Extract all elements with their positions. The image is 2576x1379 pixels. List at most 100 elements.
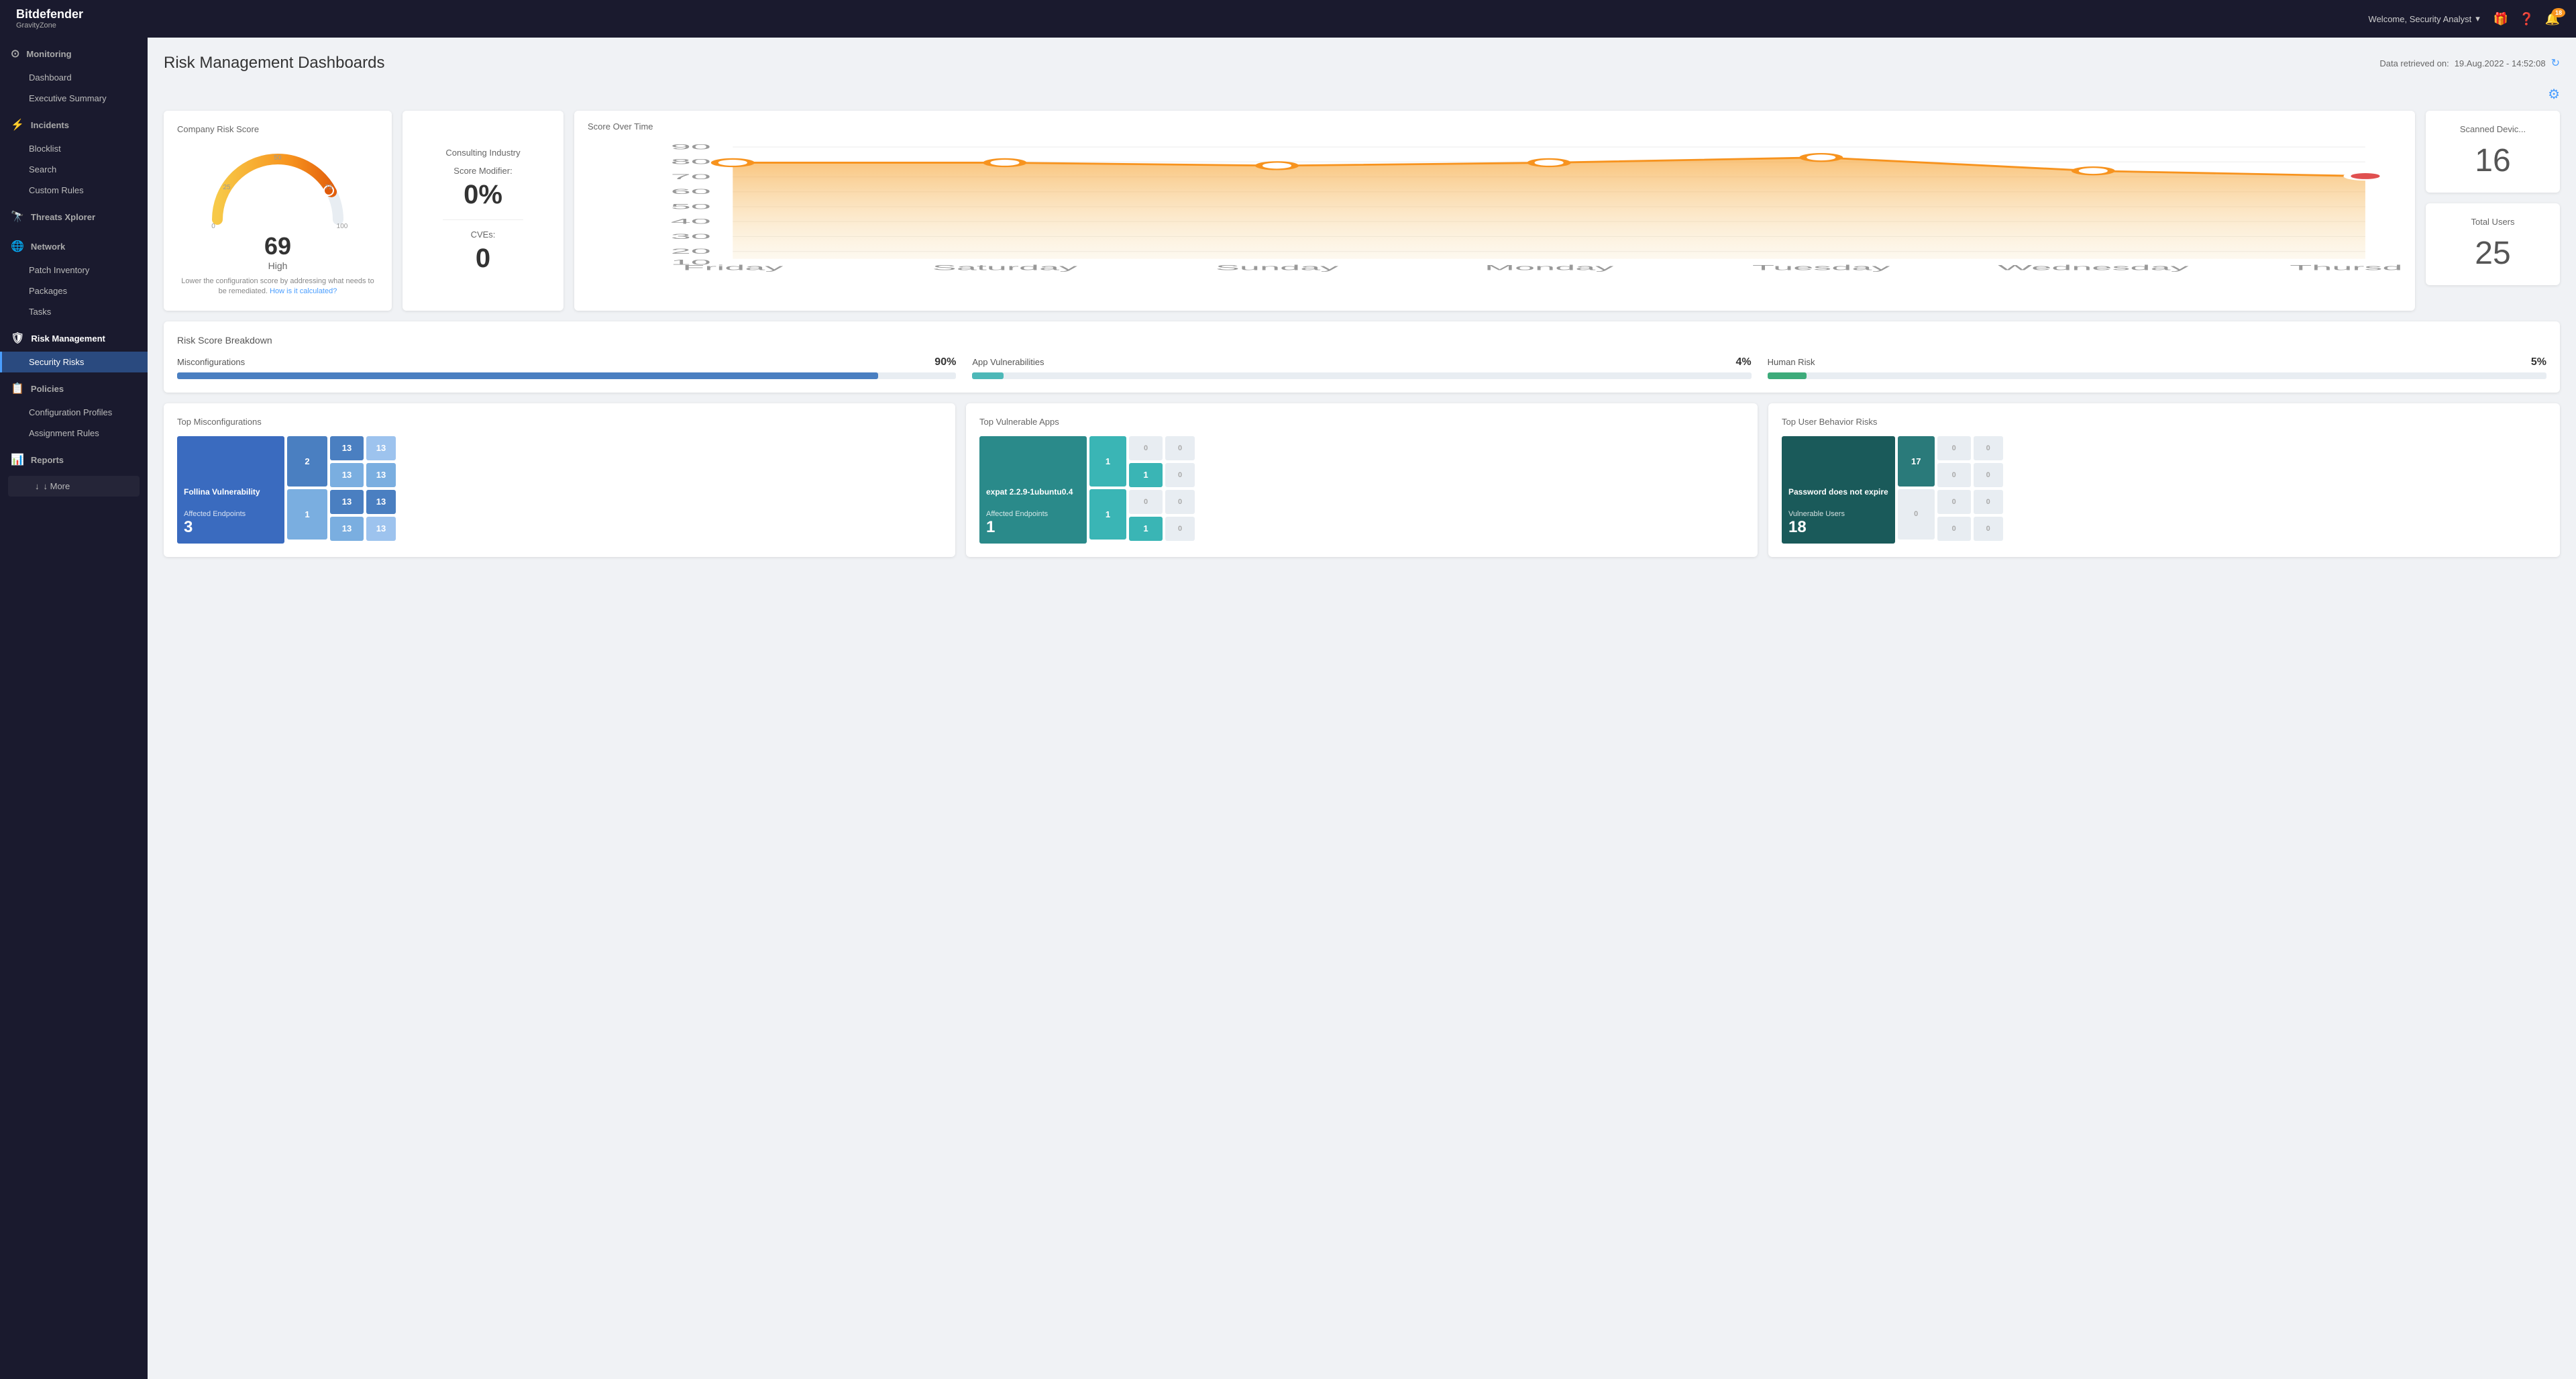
top-nav-right: Welcome, Security Analyst ▾ 🎁 ❓ 🔔 18 — [2369, 12, 2560, 26]
settings-row: ⚙ — [164, 86, 2560, 103]
vulnapp-main-sub: Affected Endpoints — [986, 510, 1080, 518]
company-risk-score-card: Company Risk Score — [164, 111, 392, 311]
settings-icon[interactable]: ⚙ — [2548, 86, 2560, 103]
sidebar-item-dashboard[interactable]: Dashboard — [0, 67, 148, 88]
sidebar-group-incidents: ⚡IncidentsBlocklistSearchCustom Rules — [0, 111, 148, 201]
misconfig-main-cell[interactable]: Follina Vulnerability Affected Endpoints… — [177, 436, 284, 544]
help-icon[interactable]: ❓ — [2519, 12, 2534, 26]
sidebar-group-header-policies[interactable]: 📋Policies — [0, 375, 148, 402]
sidebar-group-header-incidents[interactable]: ⚡Incidents — [0, 111, 148, 138]
risk-bar-track — [177, 372, 956, 379]
misconfig-cell-13g[interactable]: 13 — [366, 490, 396, 514]
sidebar-group-header-reports[interactable]: 📊Reports — [0, 446, 148, 473]
risk-bars: Misconfigurations 90% App Vulnerabilitie… — [177, 356, 2546, 379]
notification-badge: 18 — [2552, 8, 2565, 17]
userbeh-cell-0e[interactable]: 0 — [1937, 517, 1971, 541]
sidebar-group-icon-risk-management: 🛡 — [11, 331, 24, 345]
sidebar-item-assignment-rules[interactable]: Assignment Rules — [0, 423, 148, 444]
sidebar-item-custom-rules[interactable]: Custom Rules — [0, 180, 148, 201]
svg-text:40: 40 — [671, 217, 711, 225]
userbeh-cell-0a[interactable]: 0 — [1898, 489, 1935, 540]
welcome-dropdown[interactable]: Welcome, Security Analyst ▾ — [2369, 13, 2480, 24]
score-modifier-value: 0% — [464, 180, 502, 210]
more-button[interactable]: ↓ ↓ More — [8, 476, 140, 497]
userbeh-col-4: 0 0 0 0 — [1974, 436, 2003, 544]
gift-icon[interactable]: 🎁 — [2493, 12, 2508, 26]
vulnapp-cell-0e[interactable]: 0 — [1165, 490, 1195, 514]
misconfig-cell-13c[interactable]: 13 — [330, 490, 364, 514]
sidebar-group-header-threats-xplorer[interactable]: 🔭Threats Xplorer — [0, 203, 148, 230]
notification-icon[interactable]: 🔔 18 — [2545, 12, 2560, 26]
svg-text:60: 60 — [671, 187, 711, 195]
sidebar-group-header-monitoring[interactable]: ⊙Monitoring — [0, 40, 148, 67]
sidebar-item-blocklist[interactable]: Blocklist — [0, 138, 148, 159]
sidebar-item-configuration-profiles[interactable]: Configuration Profiles — [0, 402, 148, 423]
misconfig-cell-1[interactable]: 1 — [287, 489, 327, 540]
userbeh-main-cell[interactable]: Password does not expire Vulnerable User… — [1782, 436, 1895, 544]
vulnapp-cell-1a[interactable]: 1 — [1089, 436, 1126, 487]
refresh-icon[interactable]: ↻ — [2551, 56, 2560, 70]
risk-bar-label: App Vulnerabilities — [972, 357, 1044, 367]
top-nav: Bitdefender GravityZone Welcome, Securit… — [0, 0, 2576, 38]
userbeh-cell-0g[interactable]: 0 — [1974, 463, 2003, 487]
sidebar-group-threats-xplorer: 🔭Threats Xplorer — [0, 203, 148, 230]
sidebar-group-header-risk-management[interactable]: 🛡Risk Management — [0, 325, 148, 352]
total-users-value: 25 — [2475, 235, 2510, 272]
sidebar-item-executive-summary[interactable]: Executive Summary — [0, 88, 148, 109]
sidebar-group-header-network[interactable]: 🌐Network — [0, 233, 148, 260]
svg-text:Monday: Monday — [1485, 264, 1614, 272]
sidebar-group-label-threats-xplorer: Threats Xplorer — [31, 212, 95, 222]
total-users-title: Total Users — [2471, 217, 2514, 227]
userbeh-col-2: 17 0 — [1898, 436, 1935, 544]
svg-text:70: 70 — [671, 172, 711, 181]
vulnapp-cell-0a[interactable]: 0 — [1129, 436, 1163, 460]
more-icon: ↓ — [35, 481, 40, 491]
vulnapp-col-2: 1 1 — [1089, 436, 1126, 544]
userbeh-cell-0f[interactable]: 0 — [1974, 436, 2003, 460]
userbeh-cell-0b[interactable]: 0 — [1937, 436, 1971, 460]
userbeh-cell-0d[interactable]: 0 — [1937, 490, 1971, 514]
svg-text:80: 80 — [671, 158, 711, 166]
vulnapp-main-label: expat 2.2.9-1ubuntu0.4 — [986, 487, 1080, 497]
misconfig-cell-13f[interactable]: 13 — [366, 463, 396, 487]
userbeh-cell-0c[interactable]: 0 — [1937, 463, 1971, 487]
misconfig-cell-13e[interactable]: 13 — [366, 436, 396, 460]
misconfig-cell-13d[interactable]: 13 — [330, 517, 364, 541]
vulnapp-cell-1b[interactable]: 1 — [1089, 489, 1126, 540]
sidebar: ⊙MonitoringDashboardExecutive Summary⚡In… — [0, 38, 148, 1379]
score-over-time-title: Score Over Time — [588, 121, 2402, 132]
svg-text:50: 50 — [274, 154, 282, 162]
vulnapp-cell-0c[interactable]: 0 — [1165, 436, 1195, 460]
vulnapp-cell-0b[interactable]: 0 — [1129, 490, 1163, 514]
userbeh-cell-17[interactable]: 17 — [1898, 436, 1935, 487]
userbeh-cell-0i[interactable]: 0 — [1974, 517, 2003, 541]
userbeh-cell-0h[interactable]: 0 — [1974, 490, 2003, 514]
stat-cards: Scanned Devic... 16 Total Users 25 — [2426, 111, 2560, 311]
scanned-devices-card: Scanned Devic... 16 — [2426, 111, 2560, 193]
sidebar-item-packages[interactable]: Packages — [0, 280, 148, 301]
vulnapp-cell-1c[interactable]: 1 — [1129, 463, 1163, 487]
misconfig-cell-13a[interactable]: 13 — [330, 436, 364, 460]
score-over-time-card: Score Over Time 90 80 70 60 50 — [574, 111, 2415, 311]
brand-sub: GravityZone — [16, 21, 83, 30]
vulnapp-col-3: 0 1 0 1 — [1129, 436, 1163, 544]
consulting-industry-card: Consulting Industry Score Modifier: 0% C… — [402, 111, 564, 311]
risk-bar-fill — [972, 372, 1003, 379]
risk-bar-label: Human Risk — [1768, 357, 1815, 367]
sidebar-item-tasks[interactable]: Tasks — [0, 301, 148, 322]
misconfig-cell-2[interactable]: 2 — [287, 436, 327, 487]
sidebar-item-security-risks[interactable]: Security Risks — [0, 352, 148, 372]
svg-text:Friday: Friday — [682, 264, 784, 272]
gauge-link[interactable]: How is it calculated? — [270, 287, 337, 295]
misconfig-cell-13b[interactable]: 13 — [330, 463, 364, 487]
vulnapp-main-cell[interactable]: expat 2.2.9-1ubuntu0.4 Affected Endpoint… — [979, 436, 1087, 544]
misconfig-cell-13h[interactable]: 13 — [366, 517, 396, 541]
vulnapp-cell-1d[interactable]: 1 — [1129, 517, 1163, 541]
svg-text:20: 20 — [671, 247, 711, 255]
layout: ⊙MonitoringDashboardExecutive Summary⚡In… — [0, 38, 2576, 1379]
sidebar-item-patch-inventory[interactable]: Patch Inventory — [0, 260, 148, 280]
vulnapp-cell-0f[interactable]: 0 — [1165, 517, 1195, 541]
sidebar-item-search[interactable]: Search — [0, 159, 148, 180]
vulnapp-cell-0d[interactable]: 0 — [1165, 463, 1195, 487]
top-user-behavior-treemap: Password does not expire Vulnerable User… — [1782, 436, 2546, 544]
